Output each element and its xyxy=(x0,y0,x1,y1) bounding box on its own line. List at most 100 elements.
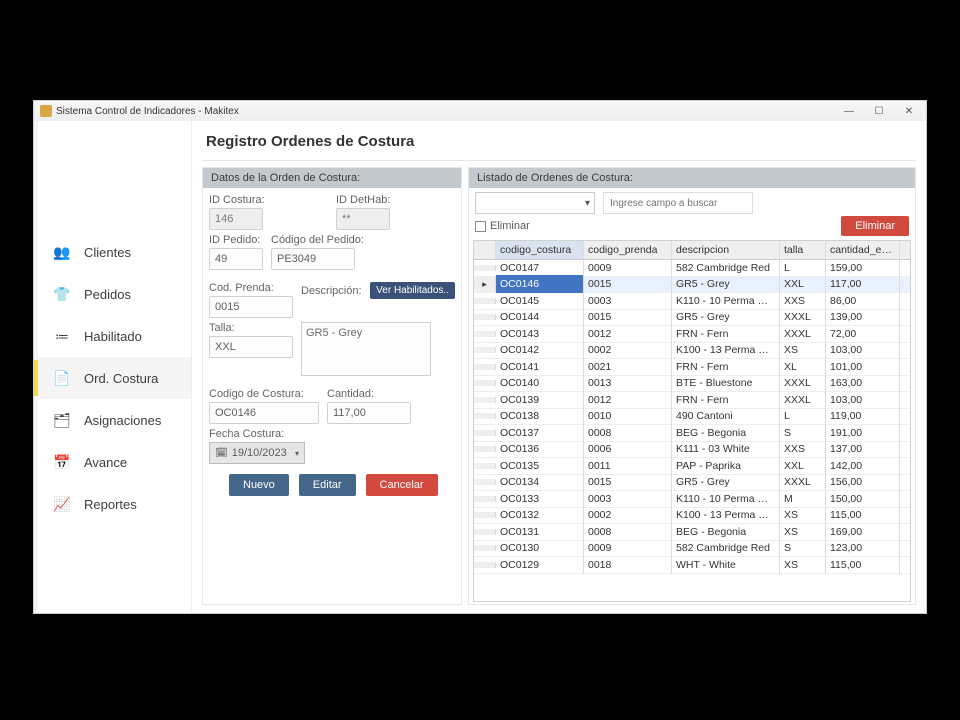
search-input[interactable] xyxy=(603,192,753,214)
table-row[interactable]: OC01320002K100 - 13 Perma BalckXS115,00 xyxy=(474,508,910,525)
cell-descripcion: WHT - White xyxy=(672,556,780,574)
maximize-button[interactable]: ☐ xyxy=(864,102,894,120)
cell-cantidad: 119,00 xyxy=(826,407,900,425)
cell-codigo-prenda: 0012 xyxy=(584,391,672,409)
cell-descripcion: FRN - Fern xyxy=(672,325,780,343)
input-id-pedido[interactable] xyxy=(209,248,263,270)
label-id-pedido: ID Pedido: xyxy=(209,234,263,246)
row-indicator xyxy=(474,347,496,353)
table-row[interactable]: OC01450003K110 - 10 Perma BlackXXS86,00 xyxy=(474,293,910,310)
table-row[interactable]: OC01430012FRN - FernXXXL72,00 xyxy=(474,326,910,343)
sidebar-item-pedidos[interactable]: 👕 Pedidos xyxy=(34,273,191,315)
sidebar-item-habilitado[interactable]: ≔ Habilitado xyxy=(34,315,191,357)
cell-codigo-prenda: 0008 xyxy=(584,523,672,541)
cell-codigo-costura: OC0145 xyxy=(496,292,584,310)
input-codigo-pedido[interactable] xyxy=(271,248,355,270)
filter-select[interactable]: ▾ xyxy=(475,192,595,214)
cell-codigo-costura: OC0142 xyxy=(496,341,584,359)
col-cantidad[interactable]: cantidad_escogi xyxy=(826,241,900,259)
col-codigo-costura[interactable]: codigo_costura xyxy=(496,241,584,259)
table-row[interactable]: OC01470009582 Cambridge RedL159,00 xyxy=(474,260,910,277)
table-row[interactable]: OC01380010490 CantoniL119,00 xyxy=(474,409,910,426)
row-indicator xyxy=(474,298,496,304)
input-codigo-costura[interactable] xyxy=(209,402,319,424)
chevron-down-icon: ▾ xyxy=(295,449,299,458)
sidebar-item-avance[interactable]: 📅 Avance xyxy=(34,441,191,483)
input-fecha-costura[interactable]: 🗓 19/10/2023 ▾ xyxy=(209,442,305,464)
textarea-descripcion[interactable]: GR5 - Grey xyxy=(301,322,431,376)
sidebar-item-clientes[interactable]: 👥 Clientes xyxy=(34,231,191,273)
table-row[interactable]: OC01410021FRN - FernXL101,00 xyxy=(474,359,910,376)
table-row[interactable]: OC01300009582 Cambridge RedS123,00 xyxy=(474,541,910,558)
row-indicator xyxy=(474,545,496,551)
close-button[interactable]: ✕ xyxy=(894,102,924,120)
cell-codigo-costura: OC0143 xyxy=(496,325,584,343)
cell-cantidad: 137,00 xyxy=(826,440,900,458)
col-codigo-prenda[interactable]: codigo_prenda xyxy=(584,241,672,259)
cell-codigo-costura: OC0132 xyxy=(496,506,584,524)
table-row[interactable]: OC01360006K111 - 03 WhiteXXS137,00 xyxy=(474,442,910,459)
cell-codigo-prenda: 0015 xyxy=(584,473,672,491)
col-talla[interactable]: talla xyxy=(780,241,826,259)
table-row[interactable]: OC01290018WHT - WhiteXS115,00 xyxy=(474,557,910,574)
row-indicator xyxy=(474,446,496,452)
table-row[interactable]: OC01390012FRN - FernXXXL103,00 xyxy=(474,392,910,409)
cell-cantidad: 103,00 xyxy=(826,391,900,409)
orders-icon: 👕 xyxy=(52,285,72,303)
nuevo-button[interactable]: Nuevo xyxy=(229,474,289,496)
list-panel-title: Listado de Ordenes de Costura: xyxy=(469,168,915,188)
input-cod-prenda[interactable] xyxy=(209,296,293,318)
users-icon: 👥 xyxy=(52,243,72,261)
cancelar-button[interactable]: Cancelar xyxy=(366,474,438,496)
sidebar-item-label: Asignaciones xyxy=(84,413,161,428)
input-talla[interactable] xyxy=(209,336,293,358)
table-row[interactable]: OC01420002K100 - 13 Perma BalckXS103,00 xyxy=(474,343,910,360)
cell-descripcion: GR5 - Grey xyxy=(672,473,780,491)
table-row[interactable]: OC01370008BEG - BegoniaS191,00 xyxy=(474,425,910,442)
cell-descripcion: 582 Cambridge Red xyxy=(672,539,780,557)
cell-descripcion: K110 - 10 Perma Black xyxy=(672,490,780,508)
col-descripcion[interactable]: descripcion xyxy=(672,241,780,259)
cell-codigo-prenda: 0015 xyxy=(584,275,672,293)
label-cod-prenda: Cod. Prenda: xyxy=(209,282,293,294)
table-row[interactable]: OC01350011PAP - PaprikaXXL142,00 xyxy=(474,458,910,475)
eliminar-checkbox[interactable]: Eliminar xyxy=(475,220,530,232)
cell-codigo-costura: OC0136 xyxy=(496,440,584,458)
sidebar-item-ord-costura[interactable]: 📄 Ord. Costura xyxy=(34,357,191,399)
label-codigo-costura: Codigo de Costura: xyxy=(209,388,319,400)
ver-habilitados-button[interactable]: Ver Habilitados.. xyxy=(370,282,455,299)
row-indicator xyxy=(474,331,496,337)
cell-codigo-costura: OC0131 xyxy=(496,523,584,541)
fecha-value: 19/10/2023 xyxy=(232,447,287,459)
sidebar-item-asignaciones[interactable]: 🗂 Asignaciones xyxy=(34,399,191,441)
sidebar-item-label: Avance xyxy=(84,455,127,470)
row-indicator xyxy=(474,413,496,419)
cell-cantidad: 86,00 xyxy=(826,292,900,310)
table-row[interactable]: OC01330003K110 - 10 Perma BlackM150,00 xyxy=(474,491,910,508)
cell-codigo-prenda: 0011 xyxy=(584,457,672,475)
row-indicator xyxy=(474,265,496,271)
minimize-button[interactable]: — xyxy=(834,102,864,120)
cell-talla: XXXL xyxy=(780,308,826,326)
sidebar-item-label: Ord. Costura xyxy=(84,371,158,386)
sidebar-item-label: Pedidos xyxy=(84,287,131,302)
row-indicator xyxy=(474,380,496,386)
cell-codigo-prenda: 0006 xyxy=(584,440,672,458)
table-row[interactable]: OC01400013BTE - BluestoneXXXL163,00 xyxy=(474,376,910,393)
sidebar-item-reportes[interactable]: 📈 Reportes xyxy=(34,483,191,525)
cell-talla: XS xyxy=(780,523,826,541)
data-grid[interactable]: codigo_costura codigo_prenda descripcion… xyxy=(473,240,911,602)
cell-codigo-costura: OC0144 xyxy=(496,308,584,326)
table-row[interactable]: ▸OC01460015GR5 - GreyXXL117,00 xyxy=(474,277,910,294)
table-row[interactable]: OC01310008BEG - BegoniaXS169,00 xyxy=(474,524,910,541)
table-row[interactable]: OC01440015GR5 - GreyXXXL139,00 xyxy=(474,310,910,327)
cell-descripcion: GR5 - Grey xyxy=(672,308,780,326)
cell-descripcion: FRN - Fern xyxy=(672,358,780,376)
editar-button[interactable]: Editar xyxy=(299,474,356,496)
input-cantidad[interactable] xyxy=(327,402,411,424)
eliminar-button[interactable]: Eliminar xyxy=(841,216,909,236)
cell-codigo-prenda: 0021 xyxy=(584,358,672,376)
cell-talla: XS xyxy=(780,341,826,359)
table-row[interactable]: OC01340015GR5 - GreyXXXL156,00 xyxy=(474,475,910,492)
row-indicator xyxy=(474,562,496,568)
